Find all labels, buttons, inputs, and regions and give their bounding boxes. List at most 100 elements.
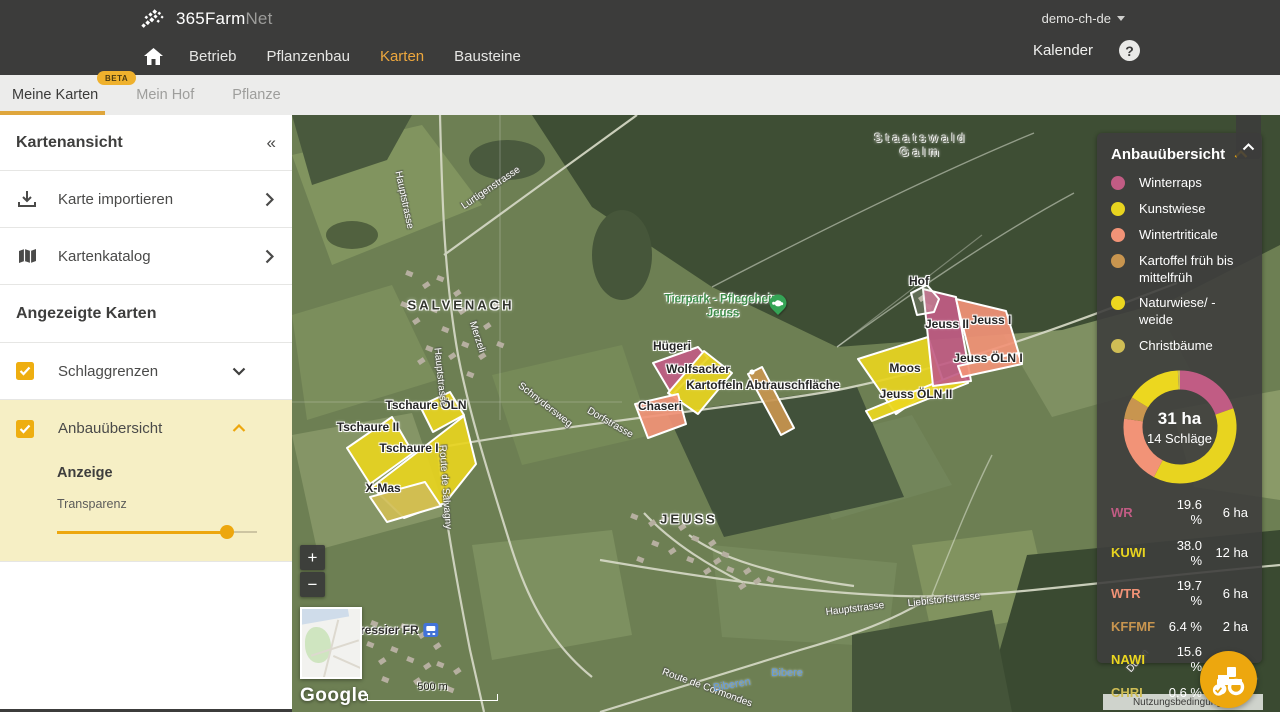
legend-item-nawi: Naturwiese/ -weide xyxy=(1111,295,1248,329)
slider-handle[interactable] xyxy=(220,525,234,539)
crop-percent: 19.7 % xyxy=(1163,578,1202,608)
minimap-water xyxy=(300,607,349,625)
donut-segment-Winterraps xyxy=(1180,380,1224,411)
crop-legend-list: WinterrapsKunstwieseWintertriticaleKarto… xyxy=(1111,175,1248,355)
donut-segment-Kunstwiese xyxy=(1158,412,1227,475)
sidebar-item-kartenkatalog[interactable]: Kartenkatalog xyxy=(0,228,292,285)
main-nav: Betrieb Pflanzenbau Karten Bausteine xyxy=(189,48,521,65)
calendar-link[interactable]: Kalender xyxy=(1033,42,1093,59)
tab-mein-hof[interactable]: Mein Hof xyxy=(136,87,194,103)
crop-color-dot xyxy=(1111,296,1125,310)
station-label-cressier: Cressier FR xyxy=(351,623,438,637)
crop-label: Kunstwiese xyxy=(1139,201,1205,218)
scale-bar: 500 m xyxy=(367,681,498,701)
map-canvas[interactable]: Tschaure IITschaure ÖLNTschaure IX-MasHü… xyxy=(292,115,1280,712)
crop-code: KUWI xyxy=(1111,545,1163,560)
crop-percent: 19.6 % xyxy=(1163,497,1202,527)
minimap-overview[interactable] xyxy=(300,607,362,679)
zoom-in-button[interactable]: + xyxy=(300,545,325,570)
sidebar-item-label: Kartenkatalog xyxy=(58,248,151,265)
layer-label: Anbauübersicht xyxy=(58,420,162,437)
chevron-up-icon[interactable] xyxy=(232,424,246,433)
nav-item-bausteine[interactable]: Bausteine xyxy=(454,48,521,65)
user-menu[interactable]: demo-ch-de xyxy=(1042,11,1125,26)
panel-title: Anbauübersicht xyxy=(1111,146,1225,163)
crop-stats-row-wr: WR19.6 %6 ha xyxy=(1111,497,1248,527)
legend-item-chri: Christbäume xyxy=(1111,338,1248,355)
crop-color-dot xyxy=(1111,228,1125,242)
chevron-down-icon[interactable] xyxy=(232,367,246,376)
tab-pflanze[interactable]: Pflanze xyxy=(232,87,280,103)
collapse-sidebar-button[interactable]: « xyxy=(267,133,274,153)
chevron-right-icon xyxy=(265,249,274,264)
crop-area: 12 ha xyxy=(1202,545,1248,560)
brand-logo: 365FarmNet xyxy=(140,7,273,31)
nav-item-betrieb[interactable]: Betrieb xyxy=(189,48,237,65)
google-attribution: Google xyxy=(300,685,368,707)
crop-label: Kartoffel früh bis mittelfrüh xyxy=(1139,253,1248,287)
layer-block-anbauuebersicht: Anbauübersicht Anzeige Transparenz xyxy=(0,400,292,562)
layer-label: Schlaggrenzen xyxy=(58,363,158,380)
crop-percent: 38.0 % xyxy=(1163,538,1202,568)
crop-code: WR xyxy=(1111,505,1163,520)
legend-item-kuwi: Kunstwiese xyxy=(1111,201,1248,218)
crop-label: Christbäume xyxy=(1139,338,1213,355)
caret-down-icon xyxy=(1117,16,1125,21)
map-catalog-icon xyxy=(16,248,38,264)
legend-item-kffmf: Kartoffel früh bis mittelfrüh xyxy=(1111,253,1248,287)
crop-donut-chart: 31 ha 14 Schläge xyxy=(1118,365,1242,489)
crop-stats-row-kuwi: KUWI38.0 %12 ha xyxy=(1111,538,1248,568)
layer-row-schlaggrenzen: Schlaggrenzen xyxy=(0,343,292,400)
nav-item-pflanzenbau[interactable]: Pflanzenbau xyxy=(267,48,350,65)
donut-segment-Wintertriticale xyxy=(1133,420,1158,469)
import-map-icon xyxy=(16,190,38,208)
crop-percent: 0.6 % xyxy=(1163,685,1202,700)
anbauuebersicht-checkbox[interactable] xyxy=(16,420,34,438)
field-work-fab[interactable] xyxy=(1200,651,1257,708)
map-tabbar: Meine KartenBETA Mein Hof Pflanze xyxy=(0,75,1280,115)
crop-percent: 15.6 % xyxy=(1163,644,1202,674)
display-heading: Anzeige xyxy=(0,457,292,481)
crop-color-dot xyxy=(1111,176,1125,190)
zoom-out-button[interactable]: − xyxy=(300,572,325,597)
crop-code: WTR xyxy=(1111,586,1163,601)
help-icon[interactable]: ? xyxy=(1119,40,1140,61)
transparency-label: Transparenz xyxy=(0,481,292,511)
displayed-maps-heading: Angezeigte Karten xyxy=(16,305,156,323)
chevron-up-icon xyxy=(1242,143,1255,151)
crop-area: 6 ha xyxy=(1202,505,1248,520)
crop-stats-row-wtr: WTR19.7 %6 ha xyxy=(1111,578,1248,608)
tractor-icon xyxy=(1210,663,1248,697)
tab-meine-karten[interactable]: Meine KartenBETA xyxy=(12,87,98,103)
crop-overview-panel: Anbauübersicht WinterrapsKunstwieseWinte… xyxy=(1097,133,1262,663)
crop-percent: 6.4 % xyxy=(1163,619,1202,634)
crop-label: Winterraps xyxy=(1139,175,1202,192)
crop-area: 6 ha xyxy=(1202,586,1248,601)
legend-item-wr: Winterraps xyxy=(1111,175,1248,192)
user-menu-label: demo-ch-de xyxy=(1042,11,1111,26)
schlaggrenzen-checkbox[interactable] xyxy=(16,362,34,380)
home-button[interactable] xyxy=(144,48,163,65)
crop-code: CHRI xyxy=(1111,685,1163,700)
map-sidebar: Kartenansicht « Karte importieren Karten… xyxy=(0,115,292,709)
app-header: 365FarmNet demo-ch-de Betrieb Pflanzenbau… xyxy=(0,0,1280,75)
chevron-right-icon xyxy=(265,192,274,207)
donut-segment-Naturwiese/ -weide xyxy=(1139,380,1177,402)
beta-badge: BETA xyxy=(97,71,136,85)
nav-item-karten[interactable]: Karten xyxy=(380,48,424,65)
crop-code: KFFMF xyxy=(1111,619,1163,634)
crop-color-dot xyxy=(1111,254,1125,268)
train-station-icon[interactable] xyxy=(424,623,439,637)
crop-color-dot xyxy=(1111,339,1125,353)
sidebar-item-label: Karte importieren xyxy=(58,191,173,208)
sidebar-item-karte-importieren[interactable]: Karte importieren xyxy=(0,171,292,228)
transparency-slider[interactable] xyxy=(57,525,257,539)
field-marker-dot xyxy=(749,369,754,374)
panel-collapse-tab[interactable] xyxy=(1236,115,1261,159)
scale-label: 500 m xyxy=(367,681,498,693)
pixel-leaf-icon xyxy=(140,7,170,31)
sidebar-title: Kartenansicht xyxy=(16,134,123,152)
slider-fill xyxy=(57,531,227,534)
crop-stats-row-kffmf: KFFMF6.4 %2 ha xyxy=(1111,619,1248,634)
donut-segment-Kartoffel früh bis mittelfrüh xyxy=(1133,402,1139,420)
